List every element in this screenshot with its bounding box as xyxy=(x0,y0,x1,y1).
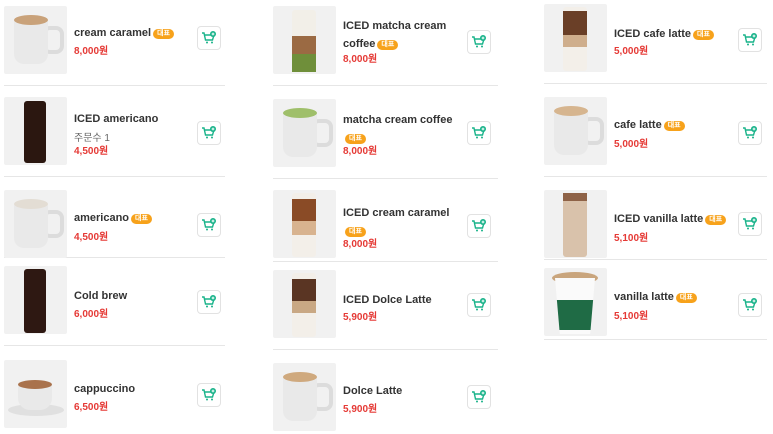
paper-cup xyxy=(555,278,595,334)
cart-add-icon xyxy=(743,33,757,46)
item-price: 5,100원 xyxy=(614,233,649,244)
vanilla-latte-photo xyxy=(544,268,607,336)
cart-add-icon xyxy=(472,126,486,139)
iced-americano-photo xyxy=(4,97,67,165)
item-price: 5,000원 xyxy=(614,46,649,57)
item-name: vanilla latte xyxy=(614,291,674,303)
item-price: 5,000원 xyxy=(614,139,649,150)
item-name: cream caramel xyxy=(74,27,152,39)
menu-item-iced-vanilla-latte[interactable]: ICED vanilla latte 대표 5,100원 xyxy=(544,190,767,260)
cold-brew-photo xyxy=(4,266,67,334)
menu-item-cafe-latte[interactable]: cafe latte 대표 5,000원 xyxy=(544,97,767,177)
item-name: Cold brew xyxy=(74,290,128,302)
add-to-cart-button[interactable] xyxy=(467,214,491,238)
item-price: 6,000원 xyxy=(74,309,109,320)
americano-photo xyxy=(4,190,67,258)
item-name: ICED americano xyxy=(74,113,159,125)
cart-add-icon xyxy=(743,217,757,230)
menu-item-cappuccino[interactable]: cappuccino 6,500원 xyxy=(4,360,225,430)
cart-add-icon xyxy=(743,126,757,139)
iced-cream-caramel-photo xyxy=(273,190,336,258)
item-name: ICED vanilla latte xyxy=(614,213,704,225)
add-to-cart-button[interactable] xyxy=(738,28,762,52)
item-price: 8,000원 xyxy=(74,46,109,57)
add-to-cart-button[interactable] xyxy=(197,26,221,50)
add-to-cart-button[interactable] xyxy=(197,383,221,407)
featured-badge: 대표 xyxy=(377,40,399,50)
menu-item-cold-brew[interactable]: Cold brew 6,000원 xyxy=(4,266,225,346)
menu-item-iced-cream-caramel[interactable]: ICED cream caramel대표 8,000원 xyxy=(273,190,498,262)
add-to-cart-button[interactable] xyxy=(197,290,221,314)
item-price: 6,500원 xyxy=(74,402,109,413)
cart-add-icon xyxy=(202,388,216,401)
item-price: 8,000원 xyxy=(343,239,378,250)
item-name: Dolce Latte xyxy=(343,385,403,397)
item-name: matcha cream coffee xyxy=(343,114,453,126)
item-name: ICED cafe latte xyxy=(614,28,692,40)
cappuccino-photo xyxy=(4,360,67,428)
add-to-cart-button[interactable] xyxy=(467,30,491,54)
menu-item-dolce-latte[interactable]: Dolce Latte 5,900원 xyxy=(273,363,498,433)
cart-add-icon xyxy=(472,35,486,48)
cart-add-icon xyxy=(472,219,486,232)
item-price: 5,900원 xyxy=(343,312,378,323)
featured-badge: 대표 xyxy=(153,29,174,39)
item-price: 5,100원 xyxy=(614,311,649,322)
iced-cafe-latte-photo xyxy=(544,4,607,72)
item-name: cappuccino xyxy=(74,383,136,395)
featured-badge: 대표 xyxy=(131,214,152,224)
add-to-cart-button[interactable] xyxy=(738,212,762,236)
add-to-cart-button[interactable] xyxy=(738,293,762,317)
item-price: 5,900원 xyxy=(343,404,378,415)
item-name: ICED cream caramel xyxy=(343,207,450,219)
featured-badge: 대표 xyxy=(705,215,727,225)
add-to-cart-button[interactable] xyxy=(738,121,762,145)
item-price: 8,000원 xyxy=(343,54,378,65)
cart-add-icon xyxy=(202,295,216,308)
item-name: cafe latte xyxy=(614,119,662,131)
cafe-latte-photo xyxy=(544,97,607,165)
iced-dolce-latte-photo xyxy=(273,270,336,338)
cart-add-icon xyxy=(743,298,757,311)
item-name: ICED Dolce Latte xyxy=(343,294,432,306)
item-price: 4,500원 xyxy=(74,146,109,157)
cart-add-icon xyxy=(472,390,486,403)
add-to-cart-button[interactable] xyxy=(197,121,221,145)
menu-item-iced-americano[interactable]: ICED americano 주문수 1 4,500원 xyxy=(4,97,225,177)
menu-item-iced-cafe-latte[interactable]: ICED cafe latte 대표 5,000원 xyxy=(544,4,767,84)
featured-badge: 대표 xyxy=(693,30,714,40)
menu-item-iced-dolce-latte[interactable]: ICED Dolce Latte 5,900원 xyxy=(273,270,498,350)
featured-badge: 대표 xyxy=(663,121,685,131)
menu-item-matcha-cream-coffee[interactable]: matcha cream coffee대표 8,000원 xyxy=(273,99,498,179)
dolce-latte-photo xyxy=(273,363,336,431)
cart-add-icon xyxy=(472,298,486,311)
cart-add-icon xyxy=(202,31,216,44)
cart-add-icon xyxy=(202,126,216,139)
add-to-cart-button[interactable] xyxy=(467,385,491,409)
item-price: 4,500원 xyxy=(74,232,109,243)
iced-matcha-cream-coffee-photo xyxy=(273,6,336,74)
iced-vanilla-latte-photo xyxy=(544,190,607,258)
add-to-cart-button[interactable] xyxy=(197,213,221,237)
menu-item-iced-matcha-cream-coffee[interactable]: ICED matcha cream coffee 대표 8,000원 xyxy=(273,6,498,86)
cream-caramel-photo xyxy=(4,6,67,74)
menu-item-vanilla-latte[interactable]: vanilla latte 대표 5,100원 xyxy=(544,268,767,340)
featured-badge: 대표 xyxy=(675,293,697,303)
item-name: americano xyxy=(74,212,130,224)
add-to-cart-button[interactable] xyxy=(467,293,491,317)
add-to-cart-button[interactable] xyxy=(467,121,491,145)
menu-item-americano[interactable]: americano 대표 4,500원 xyxy=(4,190,225,258)
matcha-cream-coffee-photo xyxy=(273,99,336,167)
cart-add-icon xyxy=(202,218,216,231)
menu-item-cream-caramel[interactable]: cream caramel 대표 8,000원 xyxy=(4,6,225,86)
item-price: 8,000원 xyxy=(343,146,378,157)
